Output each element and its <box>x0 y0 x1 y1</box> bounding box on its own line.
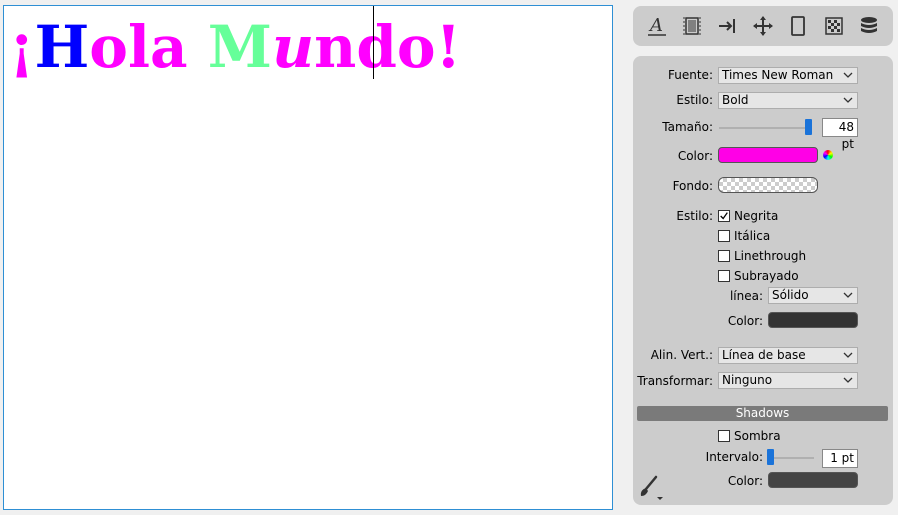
style-checkbox-subrayado[interactable] <box>718 270 730 282</box>
font-select[interactable]: Times New Roman <box>718 67 858 84</box>
frame-icon[interactable] <box>678 12 706 40</box>
line-style-select[interactable]: Sólido <box>768 287 858 304</box>
style-checkbox-label: Subrayado <box>734 269 799 283</box>
shadows-section-header[interactable]: Shadows <box>637 406 888 421</box>
transform-select[interactable]: Ninguno <box>718 372 858 389</box>
chevron-down-icon <box>843 72 853 78</box>
shadow-color-swatch[interactable] <box>768 472 858 488</box>
text-inspector-panel: Fuente: Times New Roman Estilo: Bold Tam… <box>633 56 893 505</box>
interval-field[interactable]: 1 pt <box>822 449 858 468</box>
headline-run[interactable]: M <box>208 13 272 81</box>
transform-label: Transformar: <box>637 374 713 388</box>
line-label: línea: <box>729 289 763 303</box>
headline-run[interactable]: H <box>34 13 89 81</box>
headline-run[interactable]: ! <box>436 13 461 81</box>
svg-text:A: A <box>648 15 663 36</box>
brush-icon[interactable] <box>637 474 663 500</box>
size-slider-track[interactable] <box>719 127 809 129</box>
shadow-color-label: Color: <box>727 474 763 488</box>
checkmark-icon <box>720 212 728 220</box>
style-checkbox-linethrough[interactable] <box>718 250 730 262</box>
interval-slider-thumb[interactable] <box>767 449 774 465</box>
line-color-label: Color: <box>727 314 763 328</box>
line-style-value: Sólido <box>772 288 809 302</box>
inspector-toolbar: A <box>633 6 893 46</box>
text-canvas[interactable]: ¡Hola Mundo! <box>3 5 613 510</box>
color-wheel-icon[interactable] <box>823 150 833 160</box>
text-style-icon[interactable]: A <box>643 12 671 40</box>
style-select[interactable]: Bold <box>718 92 858 109</box>
move-icon[interactable] <box>749 12 777 40</box>
font-label: Fuente: <box>668 68 713 82</box>
style-checkbox-itálica[interactable] <box>718 230 730 242</box>
style-label: Estilo: <box>676 93 713 107</box>
interval-label: Intervalo: <box>705 450 763 464</box>
interval-slider-track[interactable] <box>769 457 814 459</box>
valign-select[interactable]: Línea de base <box>718 347 858 364</box>
text-color-swatch[interactable] <box>718 147 818 163</box>
transform-value: Ninguno <box>722 373 773 387</box>
chevron-down-icon <box>843 377 853 383</box>
line-color-swatch[interactable] <box>768 312 858 328</box>
headline-run[interactable]: ¡ <box>9 13 34 81</box>
style-checkbox-label: Linethrough <box>734 249 807 263</box>
valign-value: Línea de base <box>722 348 806 362</box>
background-color-swatch[interactable] <box>718 177 818 193</box>
size-label: Tamaño: <box>662 120 713 134</box>
headline-run[interactable]: ndo <box>314 13 435 81</box>
chevron-down-icon <box>843 292 853 298</box>
valign-label: Alin. Vert.: <box>650 348 713 362</box>
background-label: Fondo: <box>672 179 713 193</box>
style-checkbox-negrita[interactable] <box>718 210 730 222</box>
font-select-value: Times New Roman <box>722 68 834 82</box>
indent-icon[interactable] <box>714 12 742 40</box>
pattern-icon[interactable] <box>820 12 848 40</box>
shadow-checkbox-label: Sombra <box>734 429 781 443</box>
chevron-down-icon <box>843 352 853 358</box>
text-caret <box>373 6 374 79</box>
color-label: Color: <box>677 149 713 163</box>
shadow-checkbox[interactable] <box>718 430 730 442</box>
size-field[interactable]: 48 pt <box>822 118 858 151</box>
headline-run[interactable]: u <box>272 13 314 81</box>
database-icon[interactable] <box>855 12 883 40</box>
style-checks-label: Estilo: <box>676 209 713 223</box>
size-slider-thumb[interactable] <box>805 119 812 135</box>
headline-run[interactable]: ola <box>89 13 208 81</box>
style-select-value: Bold <box>722 93 749 107</box>
style-checkbox-label: Itálica <box>734 229 771 243</box>
chevron-down-icon <box>843 97 853 103</box>
headline-text[interactable]: ¡Hola Mundo! <box>9 12 461 82</box>
style-checkbox-label: Negrita <box>734 209 779 223</box>
rectangle-icon[interactable] <box>784 12 812 40</box>
